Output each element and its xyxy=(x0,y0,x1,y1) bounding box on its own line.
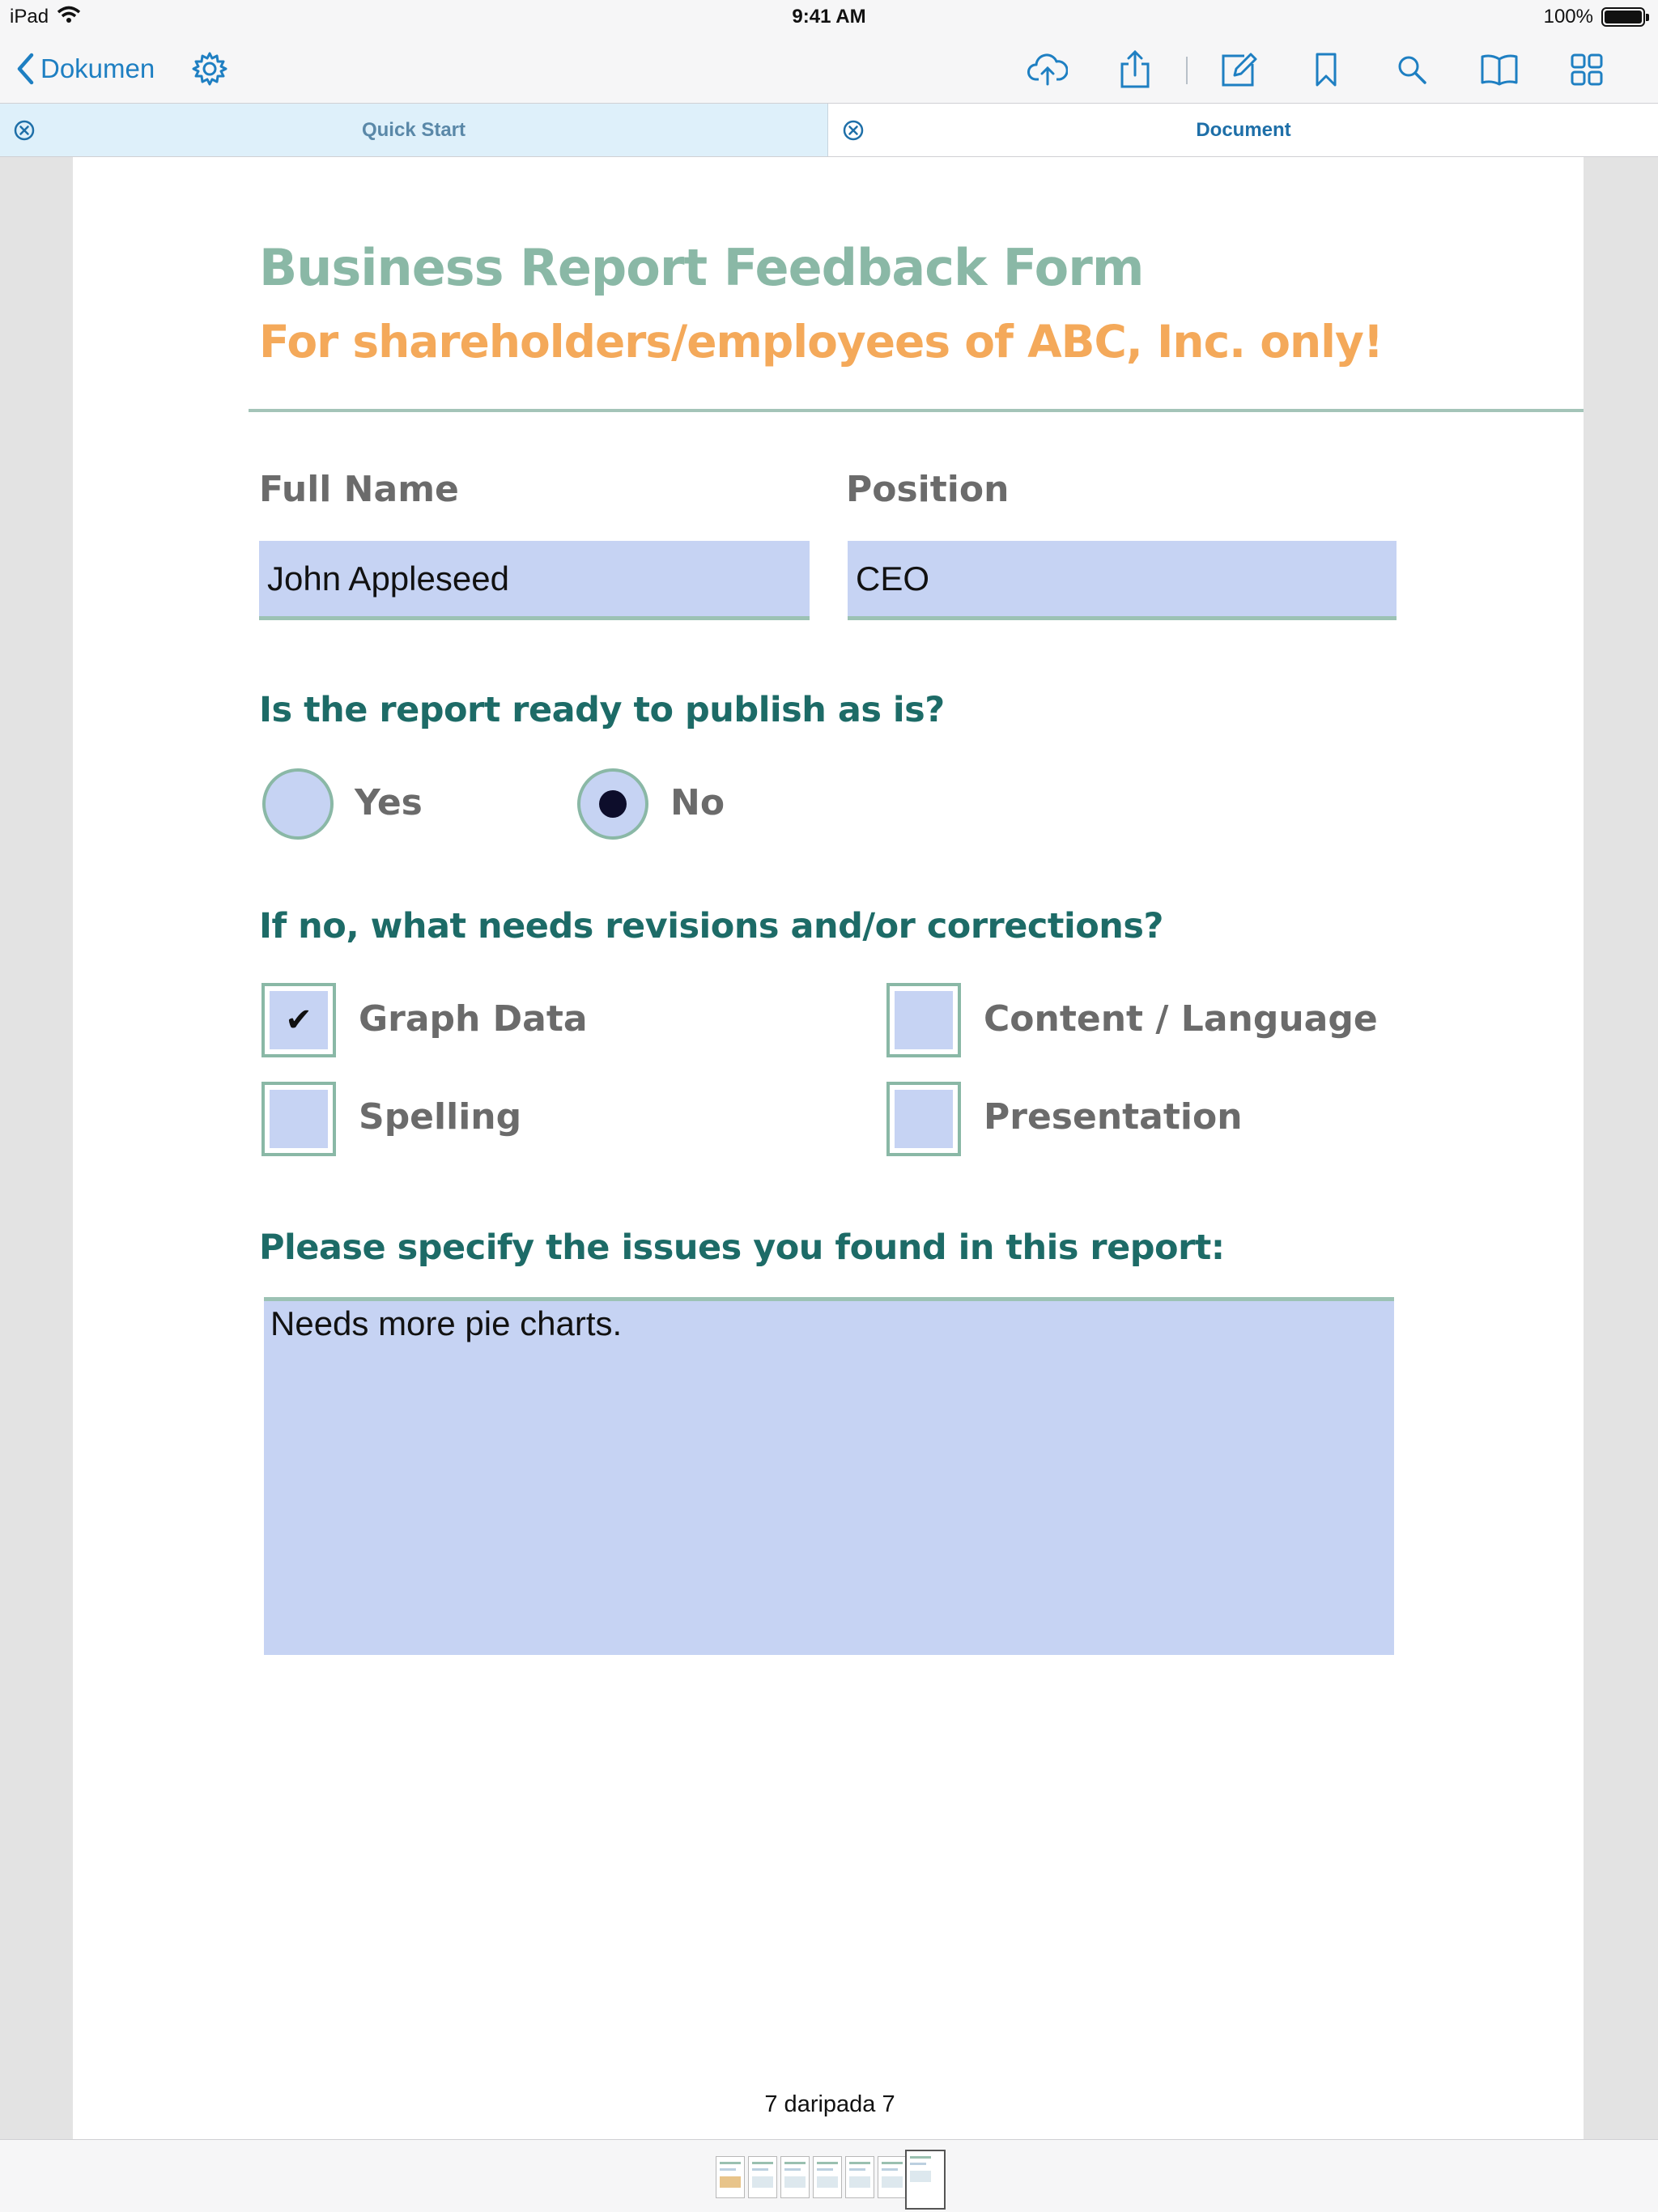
form-subtitle: For shareholders/employees of ABC, Inc. … xyxy=(259,316,1384,368)
publish-no-radio[interactable] xyxy=(577,768,648,840)
page-thumbnail[interactable] xyxy=(878,2156,907,2198)
current-page-thumbnail[interactable] xyxy=(905,2150,946,2210)
page-indicator: 7 daripada 7 xyxy=(750,2082,909,2126)
status-bar: iPad 9:41 AM 100% xyxy=(0,0,1658,34)
document-page: Business Report Feedback Form For shareh… xyxy=(73,157,1584,2139)
settings-gear-icon[interactable] xyxy=(191,50,228,91)
spelling-label: Spelling xyxy=(359,1096,522,1138)
graph-data-label: Graph Data xyxy=(359,998,588,1040)
battery-icon xyxy=(1601,7,1649,27)
content-language-checkbox[interactable] xyxy=(886,983,961,1057)
status-time: 9:41 AM xyxy=(792,6,866,28)
chevron-left-icon xyxy=(17,53,34,85)
full-name-label: Full Name xyxy=(259,469,459,510)
page-thumbnail[interactable] xyxy=(748,2156,777,2198)
presentation-label: Presentation xyxy=(984,1096,1243,1138)
publish-yes-radio[interactable] xyxy=(262,768,334,840)
battery-percentage: 100% xyxy=(1543,6,1593,28)
issues-question: Please specify the issues you found in t… xyxy=(259,1227,1225,1268)
position-label: Position xyxy=(846,469,1010,510)
publish-yes-label: Yes xyxy=(355,782,423,823)
tab-label: Quick Start xyxy=(361,118,466,141)
share-icon[interactable] xyxy=(1114,49,1156,91)
page-thumbnail-strip xyxy=(0,2139,1658,2212)
checkmark-icon: ✔ xyxy=(270,991,328,1049)
spelling-checkbox[interactable] xyxy=(261,1082,336,1156)
graph-data-checkbox[interactable]: ✔ xyxy=(261,983,336,1057)
page-thumbnail[interactable] xyxy=(813,2156,842,2198)
radio-selected-dot xyxy=(599,790,627,818)
navigation-toolbar: Dokumen xyxy=(0,34,1658,104)
header-divider xyxy=(249,409,1584,412)
close-tab-icon[interactable] xyxy=(13,119,36,147)
position-field[interactable]: CEO xyxy=(848,541,1397,620)
presentation-checkbox[interactable] xyxy=(886,1082,961,1156)
tab-document[interactable]: Document xyxy=(829,104,1658,156)
content-language-label: Content / Language xyxy=(984,998,1378,1040)
page-thumbnail[interactable] xyxy=(780,2156,810,2198)
publish-no-label: No xyxy=(670,782,725,823)
revisions-question: If no, what needs revisions and/or corre… xyxy=(259,906,1163,946)
cloud-upload-icon[interactable] xyxy=(1027,49,1069,91)
tab-label: Document xyxy=(1196,118,1291,141)
tab-quick-start[interactable]: Quick Start xyxy=(0,104,828,156)
issues-textarea[interactable]: Needs more pie charts. xyxy=(264,1297,1394,1655)
page-thumbnail[interactable] xyxy=(716,2156,745,2198)
full-name-field[interactable]: John Appleseed xyxy=(259,541,810,620)
document-tab-bar: Quick Start Document xyxy=(0,104,1658,157)
search-icon[interactable] xyxy=(1391,49,1433,91)
edit-icon[interactable] xyxy=(1218,49,1260,91)
grid-icon[interactable] xyxy=(1566,49,1608,91)
toolbar-separator xyxy=(1186,57,1188,84)
publish-question: Is the report ready to publish as is? xyxy=(259,690,945,730)
page-thumbnail[interactable] xyxy=(845,2156,874,2198)
form-title: Business Report Feedback Form xyxy=(259,238,1144,297)
back-button-label: Dokumen xyxy=(40,53,155,83)
close-tab-icon[interactable] xyxy=(842,119,865,147)
book-icon[interactable] xyxy=(1478,49,1520,91)
back-button[interactable]: Dokumen xyxy=(16,50,155,87)
bookmark-icon[interactable] xyxy=(1305,49,1347,91)
